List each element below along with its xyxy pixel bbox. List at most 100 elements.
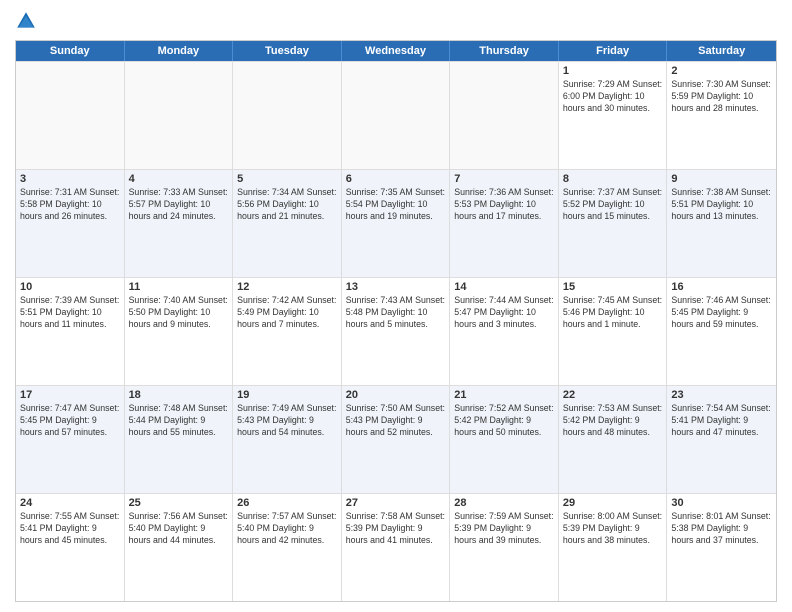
cell-info: Sunrise: 7:57 AM Sunset: 5:40 PM Dayligh… (237, 511, 337, 547)
day-number: 26 (237, 497, 337, 509)
cell-info: Sunrise: 7:52 AM Sunset: 5:42 PM Dayligh… (454, 403, 554, 439)
calendar-row-1: 1 Sunrise: 7:29 AM Sunset: 6:00 PM Daylig… (16, 61, 776, 169)
cell-info: Sunrise: 7:55 AM Sunset: 5:41 PM Dayligh… (20, 511, 120, 547)
cal-cell: 24 Sunrise: 7:55 AM Sunset: 5:41 PM Dayli… (16, 494, 125, 601)
day-number: 12 (237, 281, 337, 293)
cell-info: Sunrise: 7:37 AM Sunset: 5:52 PM Dayligh… (563, 187, 663, 223)
cal-cell: 10Sunrise: 7:39 AM Sunset: 5:51 PM Dayli… (16, 278, 125, 385)
cal-cell: 18 Sunrise: 7:48 AM Sunset: 5:44 PM Dayli… (125, 386, 234, 493)
cell-info: Sunrise: 7:53 AM Sunset: 5:42 PM Dayligh… (563, 403, 663, 439)
logo (15, 10, 41, 32)
cal-cell: 6 Sunrise: 7:35 AM Sunset: 5:54 PM Daylig… (342, 170, 451, 277)
cal-cell: 21Sunrise: 7:52 AM Sunset: 5:42 PM Dayli… (450, 386, 559, 493)
cell-info: Sunrise: 7:49 AM Sunset: 5:43 PM Dayligh… (237, 403, 337, 439)
weekday-tuesday: Tuesday (233, 41, 342, 61)
cell-info: Sunrise: 7:36 AM Sunset: 5:53 PM Dayligh… (454, 187, 554, 223)
cal-cell: 4 Sunrise: 7:33 AM Sunset: 5:57 PM Daylig… (125, 170, 234, 277)
day-number: 17 (20, 389, 120, 401)
cal-cell: 19 Sunrise: 7:49 AM Sunset: 5:43 PM Dayli… (233, 386, 342, 493)
day-number: 25 (129, 497, 229, 509)
cal-cell: 22 Sunrise: 7:53 AM Sunset: 5:42 PM Dayli… (559, 386, 668, 493)
day-number: 8 (563, 173, 663, 185)
calendar-row-3: 10Sunrise: 7:39 AM Sunset: 5:51 PM Dayli… (16, 277, 776, 385)
cal-cell: 11 Sunrise: 7:40 AM Sunset: 5:50 PM Dayli… (125, 278, 234, 385)
cal-cell: 9 Sunrise: 7:38 AM Sunset: 5:51 PM Daylig… (667, 170, 776, 277)
cell-info: Sunrise: 7:39 AM Sunset: 5:51 PM Dayligh… (20, 295, 120, 331)
calendar-header: Sunday Monday Tuesday Wednesday Thursday… (16, 41, 776, 61)
day-number: 7 (454, 173, 554, 185)
day-number: 28 (454, 497, 554, 509)
cell-info: Sunrise: 7:31 AM Sunset: 5:58 PM Dayligh… (20, 187, 120, 223)
cell-info: Sunrise: 7:29 AM Sunset: 6:00 PM Dayligh… (563, 79, 663, 115)
cell-info: Sunrise: 7:33 AM Sunset: 5:57 PM Dayligh… (129, 187, 229, 223)
cal-cell (450, 62, 559, 169)
cell-info: Sunrise: 7:34 AM Sunset: 5:56 PM Dayligh… (237, 187, 337, 223)
weekday-sunday: Sunday (16, 41, 125, 61)
day-number: 20 (346, 389, 446, 401)
cal-cell: 5Sunrise: 7:34 AM Sunset: 5:56 PM Daylig… (233, 170, 342, 277)
day-number: 16 (671, 281, 772, 293)
day-number: 3 (20, 173, 120, 185)
calendar-row-4: 17 Sunrise: 7:47 AM Sunset: 5:45 PM Dayli… (16, 385, 776, 493)
cell-info: Sunrise: 7:35 AM Sunset: 5:54 PM Dayligh… (346, 187, 446, 223)
cal-cell: 29 Sunrise: 8:00 AM Sunset: 5:39 PM Dayli… (559, 494, 668, 601)
calendar-row-5: 24 Sunrise: 7:55 AM Sunset: 5:41 PM Dayli… (16, 493, 776, 601)
cal-cell: 12 Sunrise: 7:42 AM Sunset: 5:49 PM Dayli… (233, 278, 342, 385)
day-number: 15 (563, 281, 663, 293)
cell-info: Sunrise: 7:44 AM Sunset: 5:47 PM Dayligh… (454, 295, 554, 331)
cell-info: Sunrise: 7:47 AM Sunset: 5:45 PM Dayligh… (20, 403, 120, 439)
cal-cell: 28 Sunrise: 7:59 AM Sunset: 5:39 PM Dayli… (450, 494, 559, 601)
day-number: 22 (563, 389, 663, 401)
cal-cell: 1 Sunrise: 7:29 AM Sunset: 6:00 PM Daylig… (559, 62, 668, 169)
cal-cell: 15 Sunrise: 7:45 AM Sunset: 5:46 PM Dayli… (559, 278, 668, 385)
cal-cell: 13Sunrise: 7:43 AM Sunset: 5:48 PM Dayli… (342, 278, 451, 385)
cell-info: Sunrise: 7:58 AM Sunset: 5:39 PM Dayligh… (346, 511, 446, 547)
cal-cell: 2Sunrise: 7:30 AM Sunset: 5:59 PM Daylig… (667, 62, 776, 169)
cal-cell (342, 62, 451, 169)
cell-info: Sunrise: 7:43 AM Sunset: 5:48 PM Dayligh… (346, 295, 446, 331)
cell-info: Sunrise: 7:54 AM Sunset: 5:41 PM Dayligh… (671, 403, 772, 439)
cell-info: Sunrise: 7:40 AM Sunset: 5:50 PM Dayligh… (129, 295, 229, 331)
weekday-saturday: Saturday (667, 41, 776, 61)
cell-info: Sunrise: 7:48 AM Sunset: 5:44 PM Dayligh… (129, 403, 229, 439)
cal-cell: 23 Sunrise: 7:54 AM Sunset: 5:41 PM Dayli… (667, 386, 776, 493)
logo-icon (15, 10, 37, 32)
day-number: 27 (346, 497, 446, 509)
calendar: Sunday Monday Tuesday Wednesday Thursday… (15, 40, 777, 602)
cal-cell: 17 Sunrise: 7:47 AM Sunset: 5:45 PM Dayli… (16, 386, 125, 493)
cell-info: Sunrise: 8:00 AM Sunset: 5:39 PM Dayligh… (563, 511, 663, 547)
cal-cell: 7 Sunrise: 7:36 AM Sunset: 5:53 PM Daylig… (450, 170, 559, 277)
day-number: 1 (563, 65, 663, 77)
cell-info: Sunrise: 7:50 AM Sunset: 5:43 PM Dayligh… (346, 403, 446, 439)
cal-cell (233, 62, 342, 169)
calendar-body: 1 Sunrise: 7:29 AM Sunset: 6:00 PM Daylig… (16, 61, 776, 601)
cal-cell (125, 62, 234, 169)
day-number: 30 (671, 497, 772, 509)
cal-cell: 27 Sunrise: 7:58 AM Sunset: 5:39 PM Dayli… (342, 494, 451, 601)
cal-cell: 14Sunrise: 7:44 AM Sunset: 5:47 PM Dayli… (450, 278, 559, 385)
day-number: 4 (129, 173, 229, 185)
cal-cell (16, 62, 125, 169)
cell-info: Sunrise: 8:01 AM Sunset: 5:38 PM Dayligh… (671, 511, 772, 547)
cal-cell: 8 Sunrise: 7:37 AM Sunset: 5:52 PM Daylig… (559, 170, 668, 277)
day-number: 29 (563, 497, 663, 509)
cell-info: Sunrise: 7:42 AM Sunset: 5:49 PM Dayligh… (237, 295, 337, 331)
day-number: 23 (671, 389, 772, 401)
day-number: 24 (20, 497, 120, 509)
weekday-thursday: Thursday (450, 41, 559, 61)
day-number: 19 (237, 389, 337, 401)
cal-cell: 3 Sunrise: 7:31 AM Sunset: 5:58 PM Daylig… (16, 170, 125, 277)
cell-info: Sunrise: 7:59 AM Sunset: 5:39 PM Dayligh… (454, 511, 554, 547)
day-number: 18 (129, 389, 229, 401)
day-number: 9 (671, 173, 772, 185)
cal-cell: 26 Sunrise: 7:57 AM Sunset: 5:40 PM Dayli… (233, 494, 342, 601)
cal-cell: 20 Sunrise: 7:50 AM Sunset: 5:43 PM Dayli… (342, 386, 451, 493)
cell-info: Sunrise: 7:38 AM Sunset: 5:51 PM Dayligh… (671, 187, 772, 223)
day-number: 6 (346, 173, 446, 185)
cell-info: Sunrise: 7:56 AM Sunset: 5:40 PM Dayligh… (129, 511, 229, 547)
page: Sunday Monday Tuesday Wednesday Thursday… (0, 0, 792, 612)
cal-cell: 30 Sunrise: 8:01 AM Sunset: 5:38 PM Dayli… (667, 494, 776, 601)
cell-info: Sunrise: 7:45 AM Sunset: 5:46 PM Dayligh… (563, 295, 663, 331)
cal-cell: 25 Sunrise: 7:56 AM Sunset: 5:40 PM Dayli… (125, 494, 234, 601)
day-number: 11 (129, 281, 229, 293)
